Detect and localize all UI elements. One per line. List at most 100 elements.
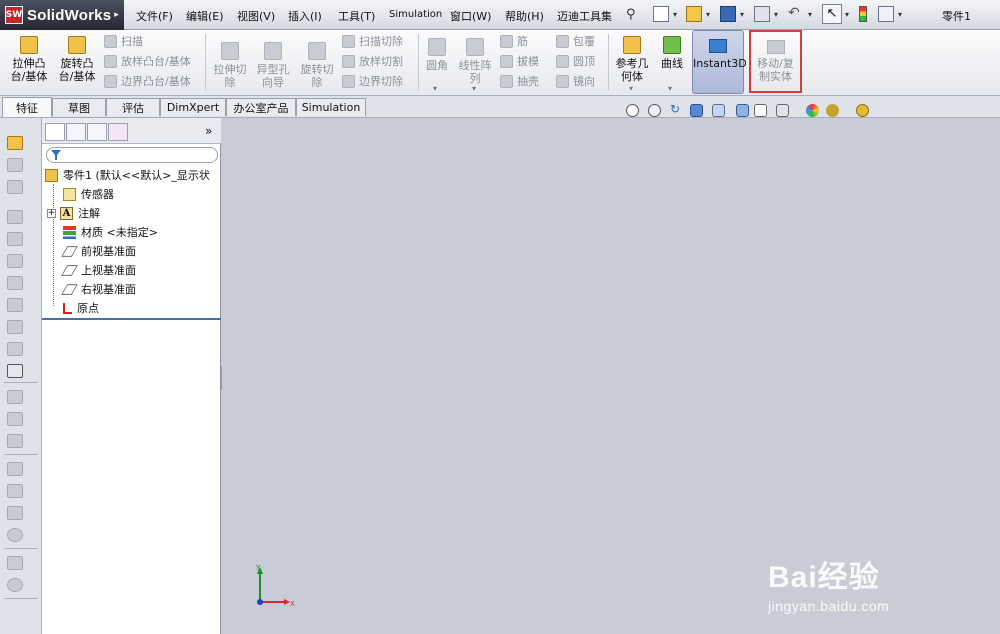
rib-button[interactable]: 筋	[500, 33, 528, 49]
rebuild-traffic-light-icon[interactable]	[859, 6, 867, 22]
mirror-button[interactable]: 镜向	[556, 73, 595, 89]
menu-simulation[interactable]: Simulation	[389, 9, 442, 20]
draft-button[interactable]: 拔模	[500, 53, 539, 69]
tab-office-products[interactable]: 办公室产品	[226, 98, 296, 116]
extrude-cut-button[interactable]: 拉伸切 除	[210, 42, 250, 89]
sweep-cut-button[interactable]: 扫描切除	[342, 33, 403, 49]
combine-strip-icon[interactable]	[7, 528, 23, 542]
cut-strip-icon[interactable]	[7, 210, 23, 224]
new-dropdown-icon[interactable]: ▾	[673, 10, 677, 19]
tree-filter-input[interactable]	[46, 147, 218, 163]
move-copy-body-button[interactable]: 移动/复 制实体	[749, 30, 802, 93]
view-settings-icon[interactable]	[856, 104, 869, 117]
menu-maidi-tools[interactable]: 迈迪工具集	[557, 8, 612, 24]
save-icon[interactable]	[720, 6, 736, 22]
solidworks-logo[interactable]: SW SolidWorks ▸	[0, 0, 124, 30]
new-document-icon[interactable]	[653, 6, 669, 22]
zoom-to-fit-icon[interactable]	[626, 104, 639, 117]
tree-item-sensors[interactable]: 传感器	[63, 185, 114, 203]
fillet-dropdown-icon[interactable]: ▾	[433, 84, 437, 93]
linear-pattern-button[interactable]: 线性阵 列	[455, 38, 495, 85]
options-icon[interactable]	[878, 6, 894, 22]
options-dropdown-icon[interactable]: ▾	[898, 10, 902, 19]
zoom-area-icon[interactable]	[648, 104, 661, 117]
tab-simulation[interactable]: Simulation	[296, 98, 366, 116]
library-strip-icon[interactable]	[7, 390, 23, 404]
section-view-icon[interactable]	[690, 104, 703, 117]
menu-insert[interactable]: 插入(I)	[288, 8, 322, 24]
menu-window[interactable]: 窗口(W)	[450, 8, 491, 24]
fillet-button[interactable]: 圆角	[422, 38, 452, 72]
tab-evaluate[interactable]: 评估	[106, 98, 160, 116]
print-dropdown-icon[interactable]: ▾	[774, 10, 778, 19]
curves-dropdown-icon[interactable]: ▾	[668, 84, 672, 93]
display-style-icon[interactable]	[736, 104, 749, 117]
tree-item-top-plane[interactable]: 上视基准面	[61, 261, 136, 279]
hide-show-icon[interactable]	[754, 104, 767, 117]
extrude-boss-button[interactable]: 拉伸凸 台/基体	[6, 36, 52, 83]
extrude-strip-icon[interactable]	[7, 136, 23, 150]
edit-appearance-icon[interactable]	[776, 104, 789, 117]
loft-cut-button[interactable]: 放样切割	[342, 53, 403, 69]
reference-geometry-button[interactable]: 参考几 何体	[612, 36, 652, 83]
wrap-button[interactable]: 包覆	[556, 33, 595, 49]
menu-tools[interactable]: 工具(T)	[338, 8, 375, 24]
hole-strip-icon[interactable]	[7, 232, 23, 246]
property-manager-tab-icon[interactable]	[66, 123, 86, 141]
tree-item-right-plane[interactable]: 右视基准面	[61, 280, 136, 298]
dome-strip-icon[interactable]	[7, 578, 23, 592]
dimxpert-manager-tab-icon[interactable]	[108, 123, 128, 141]
sweep-button[interactable]: 扫描	[104, 33, 143, 49]
menu-view[interactable]: 视图(V)	[237, 8, 275, 24]
print-icon[interactable]	[754, 6, 770, 22]
tree-item-material[interactable]: 材质 <未指定>	[63, 223, 158, 241]
hole-wizard-button[interactable]: 异型孔 向导	[253, 42, 293, 89]
revolve-strip-icon[interactable]	[7, 158, 23, 172]
fillet-strip-icon[interactable]	[7, 254, 23, 268]
boundary-boss-button[interactable]: 边界凸台/基体	[104, 73, 191, 89]
tree-item-origin[interactable]: 原点	[63, 299, 99, 317]
copy-strip-icon[interactable]	[7, 484, 23, 498]
sweep-strip-icon[interactable]	[7, 180, 23, 194]
revolve-cut-button[interactable]: 旋转切 除	[297, 42, 337, 89]
dome-button[interactable]: 圆顶	[556, 53, 595, 69]
appearance-sphere-icon[interactable]	[806, 104, 819, 117]
undo-icon[interactable]: ↶	[788, 5, 804, 21]
rollback-bar[interactable]	[42, 318, 221, 320]
design-strip-icon[interactable]	[7, 412, 23, 426]
open-dropdown-icon[interactable]: ▾	[706, 10, 710, 19]
weld-strip-icon[interactable]	[7, 556, 23, 570]
loft-boss-button[interactable]: 放样凸台/基体	[104, 53, 191, 69]
shell-button[interactable]: 抽壳	[500, 73, 539, 89]
revolve-boss-button[interactable]: 旋转凸 台/基体	[54, 36, 100, 83]
tab-sketch[interactable]: 草图	[52, 98, 106, 116]
select-dropdown-icon[interactable]: ▾	[845, 10, 849, 19]
layout-strip-icon[interactable]	[7, 434, 23, 448]
pattern-strip-icon[interactable]	[7, 342, 23, 356]
boundary-cut-button[interactable]: 边界切除	[342, 73, 403, 89]
menu-edit[interactable]: 编辑(E)	[186, 8, 224, 24]
tree-part-root[interactable]: 零件1 (默认<<默认>_显示状	[45, 166, 210, 184]
rib-strip-icon[interactable]	[7, 298, 23, 312]
instant3d-button[interactable]: Instant3D	[692, 30, 747, 94]
menu-file[interactable]: 文件(F)	[136, 8, 173, 24]
move-strip-icon[interactable]	[7, 462, 23, 476]
feature-tree-tab-icon[interactable]	[45, 123, 65, 141]
open-folder-icon[interactable]	[686, 6, 702, 22]
ref-geometry-dropdown-icon[interactable]: ▾	[629, 84, 633, 93]
tree-item-annotations[interactable]: + A 注解	[47, 204, 100, 222]
expand-toggle-icon[interactable]: +	[47, 208, 56, 218]
pin-icon[interactable]: ⚲	[626, 7, 642, 23]
expand-panel-icon[interactable]: »	[205, 124, 212, 138]
curves-button[interactable]: 曲线	[656, 36, 688, 70]
view-orientation-icon[interactable]	[712, 104, 725, 117]
undo-dropdown-icon[interactable]: ▾	[808, 10, 812, 19]
previous-view-icon[interactable]: ↻	[670, 102, 683, 116]
pattern-dropdown-icon[interactable]: ▾	[472, 84, 476, 93]
tab-features[interactable]: 特征	[2, 97, 52, 117]
tree-item-front-plane[interactable]: 前视基准面	[61, 242, 136, 260]
scene-icon[interactable]	[826, 104, 839, 117]
menu-help[interactable]: 帮助(H)	[505, 8, 544, 24]
tab-dimxpert[interactable]: DimXpert	[160, 98, 226, 116]
reference-strip-icon[interactable]	[7, 364, 23, 378]
